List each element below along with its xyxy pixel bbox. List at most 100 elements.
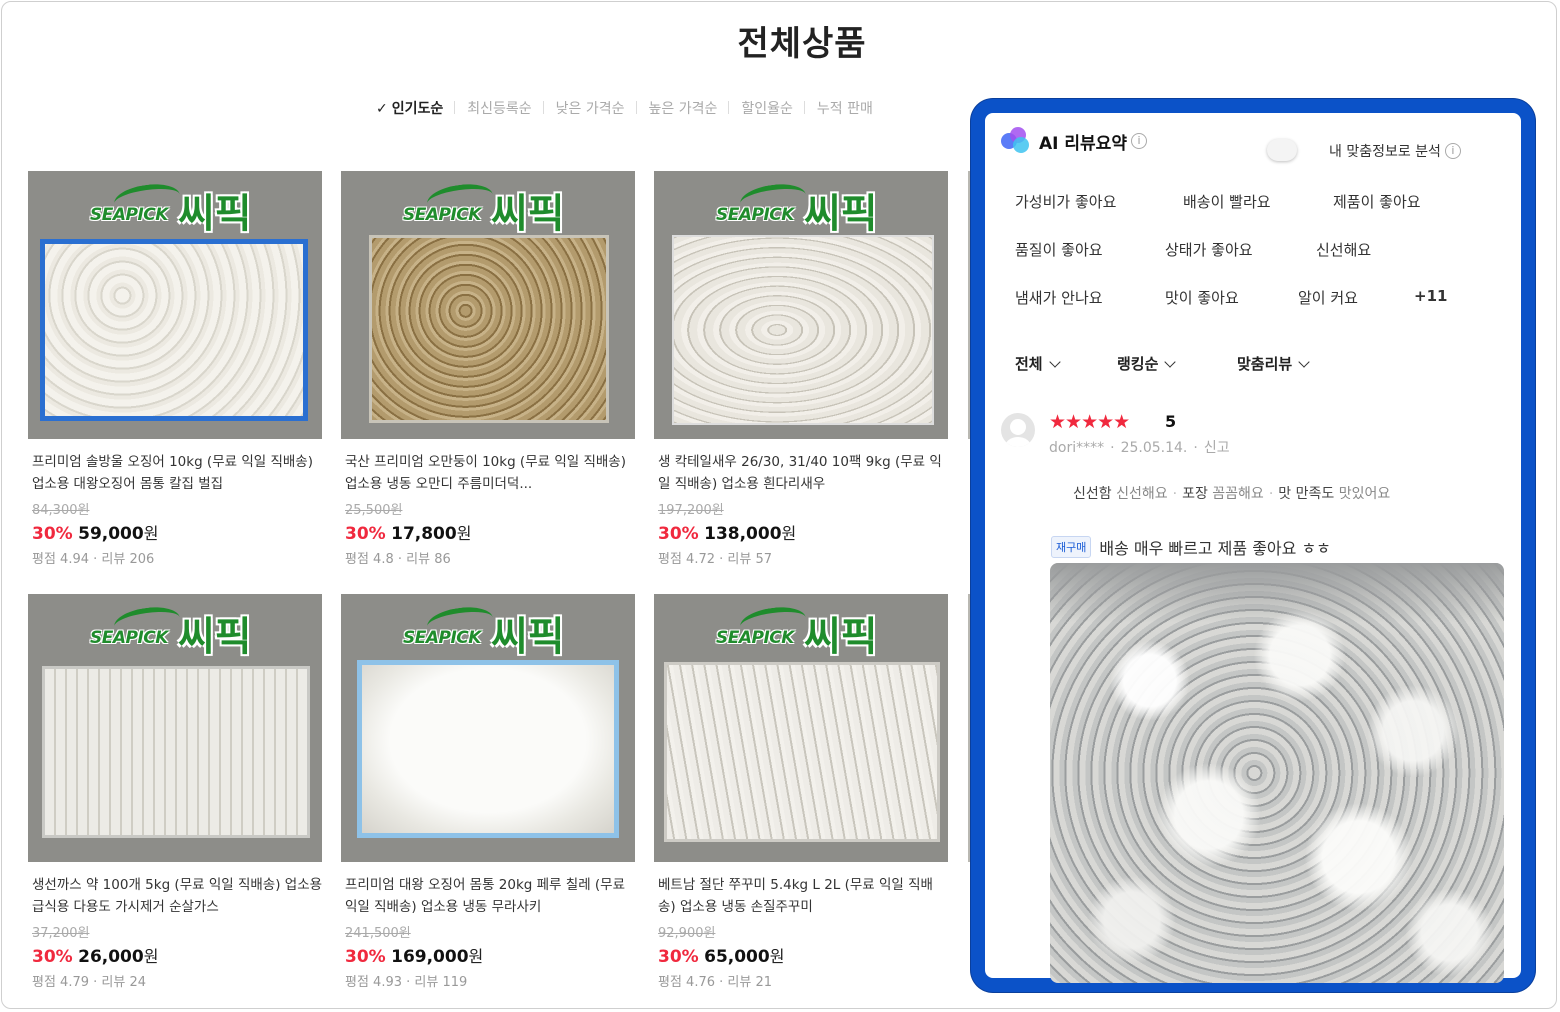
- product-image[interactable]: SEAPICK 씨픽: [654, 594, 948, 862]
- product-name[interactable]: 생 칵테일새우 26/30, 31/40 10팩 9kg (무료 익일 직배송)…: [654, 451, 950, 495]
- product-card[interactable]: SEAPICK 씨픽 베트남 절단 쭈꾸미 5.4kg L 2L (무료 익일 …: [654, 594, 950, 990]
- review-count: 리뷰 86: [406, 552, 451, 567]
- filter-all-dropdown[interactable]: 전체: [1015, 353, 1061, 374]
- review-count: 리뷰 206: [101, 552, 155, 567]
- product-meta: 평점 4.72 · 리뷰 57: [658, 552, 773, 567]
- chevron-down-icon: [1298, 356, 1310, 368]
- product-photo: [664, 662, 940, 842]
- keyword-tag[interactable]: 신선해요: [1316, 239, 1371, 260]
- original-price: 84,300원: [32, 503, 90, 518]
- more-tags-button[interactable]: +11: [1414, 287, 1447, 305]
- currency: 원: [456, 524, 472, 543]
- brand-logo: SEAPICK 씨픽: [90, 180, 265, 237]
- price-row: 30% 138,000원: [654, 520, 950, 544]
- product-meta: 평점 4.8 · 리뷰 86: [345, 552, 451, 567]
- product-card[interactable]: SEAPICK 씨픽 생 칵테일새우 26/30, 31/40 10팩 9kg …: [654, 171, 950, 567]
- product-name[interactable]: 프리미엄 대왕 오징어 몸통 20kg 페루 칠레 (무료 익일 직배송) 업소…: [341, 874, 637, 918]
- page-frame: 전체상품 ✓ 인기도순 최신등록순 낮은 가격순 높은 가격순 할인율순 누적 판…: [1, 1, 1557, 1009]
- review-user: dori****: [1049, 440, 1105, 456]
- sort-discount[interactable]: 할인율순: [728, 98, 805, 118]
- discount-rate: 30%: [658, 524, 699, 544]
- product-image[interactable]: SEAPICK 씨픽: [654, 171, 948, 439]
- sale-price: 169,000: [391, 947, 469, 967]
- filter-custom-dropdown[interactable]: 맞춤리뷰: [1237, 353, 1310, 374]
- product-card[interactable]: SEAPICK 씨픽 프리미엄 솔방울 오징어 10kg (무료 익일 직배송)…: [28, 171, 324, 567]
- product-meta: 평점 4.79 · 리뷰 24: [32, 975, 147, 990]
- review-body: 재구매 배송 매우 빠르고 제품 좋아요 ㅎㅎ: [1051, 535, 1331, 559]
- product-photo: [357, 660, 619, 838]
- avatar: [1001, 413, 1035, 447]
- review-photo[interactable]: [1050, 563, 1504, 983]
- original-price: 37,200원: [32, 926, 90, 941]
- price-row: 30% 169,000원: [341, 943, 637, 967]
- sort-price-low[interactable]: 낮은 가격순: [542, 98, 637, 118]
- product-name[interactable]: 프리미엄 솔방울 오징어 10kg (무료 익일 직배송) 업소용 대왕오징어 …: [28, 451, 324, 495]
- brand-logo: SEAPICK 씨픽: [716, 603, 891, 660]
- product-card[interactable]: SEAPICK 씨픽 프리미엄 대왕 오징어 몸통 20kg 페루 칠레 (무료…: [341, 594, 637, 990]
- product-photo: [369, 235, 609, 423]
- review-count: 리뷰 24: [101, 975, 147, 990]
- sale-price: 26,000: [78, 947, 144, 967]
- sort-price-high[interactable]: 높은 가격순: [635, 98, 730, 118]
- sort-sales[interactable]: 누적 판매: [803, 98, 885, 118]
- ai-sparkle-icon: [1001, 127, 1031, 155]
- product-name[interactable]: 베트남 절단 쭈꾸미 5.4kg L 2L (무료 익일 직배송) 업소용 냉동…: [654, 874, 950, 918]
- review-date: 25.05.14.: [1120, 440, 1188, 456]
- page-title: 전체상품: [737, 24, 867, 64]
- currency: 원: [468, 947, 484, 966]
- keyword-tag[interactable]: 품질이 좋아요: [1015, 239, 1103, 260]
- review-text: 배송 매우 빠르고 제품 좋아요 ㅎㅎ: [1099, 539, 1331, 558]
- rating: 평점 4.72: [658, 552, 715, 567]
- sort-popular[interactable]: ✓ 인기도순: [376, 98, 455, 118]
- original-price: 241,500원: [345, 926, 411, 941]
- sale-price: 59,000: [78, 524, 144, 544]
- review-attribute-summary: 신선함 신선해요 · 포장 꼼꼼해요 · 맛 만족도 맛있어요: [1073, 486, 1391, 502]
- product-photo: [40, 239, 308, 421]
- keyword-tag[interactable]: 가성비가 좋아요: [1015, 191, 1116, 212]
- product-name[interactable]: 생선까스 약 100개 5kg (무료 익일 직배송) 업소용 급식용 다용도 …: [28, 874, 324, 918]
- sale-price: 138,000: [704, 524, 782, 544]
- currency: 원: [143, 524, 159, 543]
- brand-logo: SEAPICK 씨픽: [90, 603, 265, 660]
- keyword-tag[interactable]: 배송이 빨라요: [1183, 191, 1271, 212]
- brand-logo: SEAPICK 씨픽: [403, 603, 578, 660]
- keyword-tag[interactable]: 냄새가 안나요: [1015, 287, 1103, 308]
- product-image[interactable]: SEAPICK 씨픽: [28, 594, 322, 862]
- sale-price: 17,800: [391, 524, 457, 544]
- check-icon: ✓: [376, 101, 388, 117]
- product-card[interactable]: SEAPICK 씨픽 생선까스 약 100개 5kg (무료 익일 직배송) 업…: [28, 594, 324, 990]
- info-icon[interactable]: i: [1130, 133, 1147, 149]
- original-price: 25,500원: [345, 503, 403, 518]
- keyword-tag[interactable]: 맛이 좋아요: [1165, 287, 1239, 308]
- custom-analysis-label: 내 맞춤정보로 분석 i: [1329, 141, 1461, 161]
- filter-ranking-dropdown[interactable]: 랭킹순: [1117, 353, 1177, 374]
- product-name[interactable]: 국산 프리미엄 오만둥이 10kg (무료 익일 직배송) 업소용 냉동 오만디…: [341, 451, 637, 495]
- discount-rate: 30%: [32, 947, 73, 967]
- product-card[interactable]: SEAPICK 씨픽 국산 프리미엄 오만둥이 10kg (무료 익일 직배송)…: [341, 171, 637, 567]
- discount-rate: 30%: [345, 524, 386, 544]
- currency: 원: [769, 947, 785, 966]
- info-icon[interactable]: i: [1444, 143, 1461, 159]
- sort-bar: ✓ 인기도순 최신등록순 낮은 가격순 높은 가격순 할인율순 누적 판매: [376, 98, 885, 118]
- rating: 평점 4.94: [32, 552, 89, 567]
- rating-stars: ★★★★★: [1049, 411, 1130, 433]
- product-image[interactable]: SEAPICK 씨픽: [341, 171, 635, 439]
- product-image[interactable]: SEAPICK 씨픽: [28, 171, 322, 439]
- price-row: 30% 17,800원: [341, 520, 637, 544]
- sort-newest[interactable]: 최신등록순: [454, 98, 543, 118]
- custom-analysis-toggle[interactable]: [1267, 139, 1297, 161]
- keyword-tag[interactable]: 제품이 좋아요: [1333, 191, 1421, 212]
- product-image[interactable]: SEAPICK 씨픽: [341, 594, 635, 862]
- review-meta: dori**** · 25.05.14. · 신고: [1049, 440, 1230, 456]
- keyword-tag[interactable]: 상태가 좋아요: [1165, 239, 1253, 260]
- price-row: 30% 26,000원: [28, 943, 324, 967]
- price-row: 30% 59,000원: [28, 520, 324, 544]
- chevron-down-icon: [1048, 356, 1061, 368]
- report-link[interactable]: 신고: [1204, 440, 1230, 456]
- review-count: 리뷰 21: [727, 975, 773, 990]
- rating: 평점 4.93: [345, 975, 402, 990]
- discount-rate: 30%: [345, 947, 386, 967]
- keyword-tag[interactable]: 알이 커요: [1298, 287, 1358, 308]
- currency: 원: [143, 947, 159, 966]
- rating-score: 5: [1165, 412, 1177, 431]
